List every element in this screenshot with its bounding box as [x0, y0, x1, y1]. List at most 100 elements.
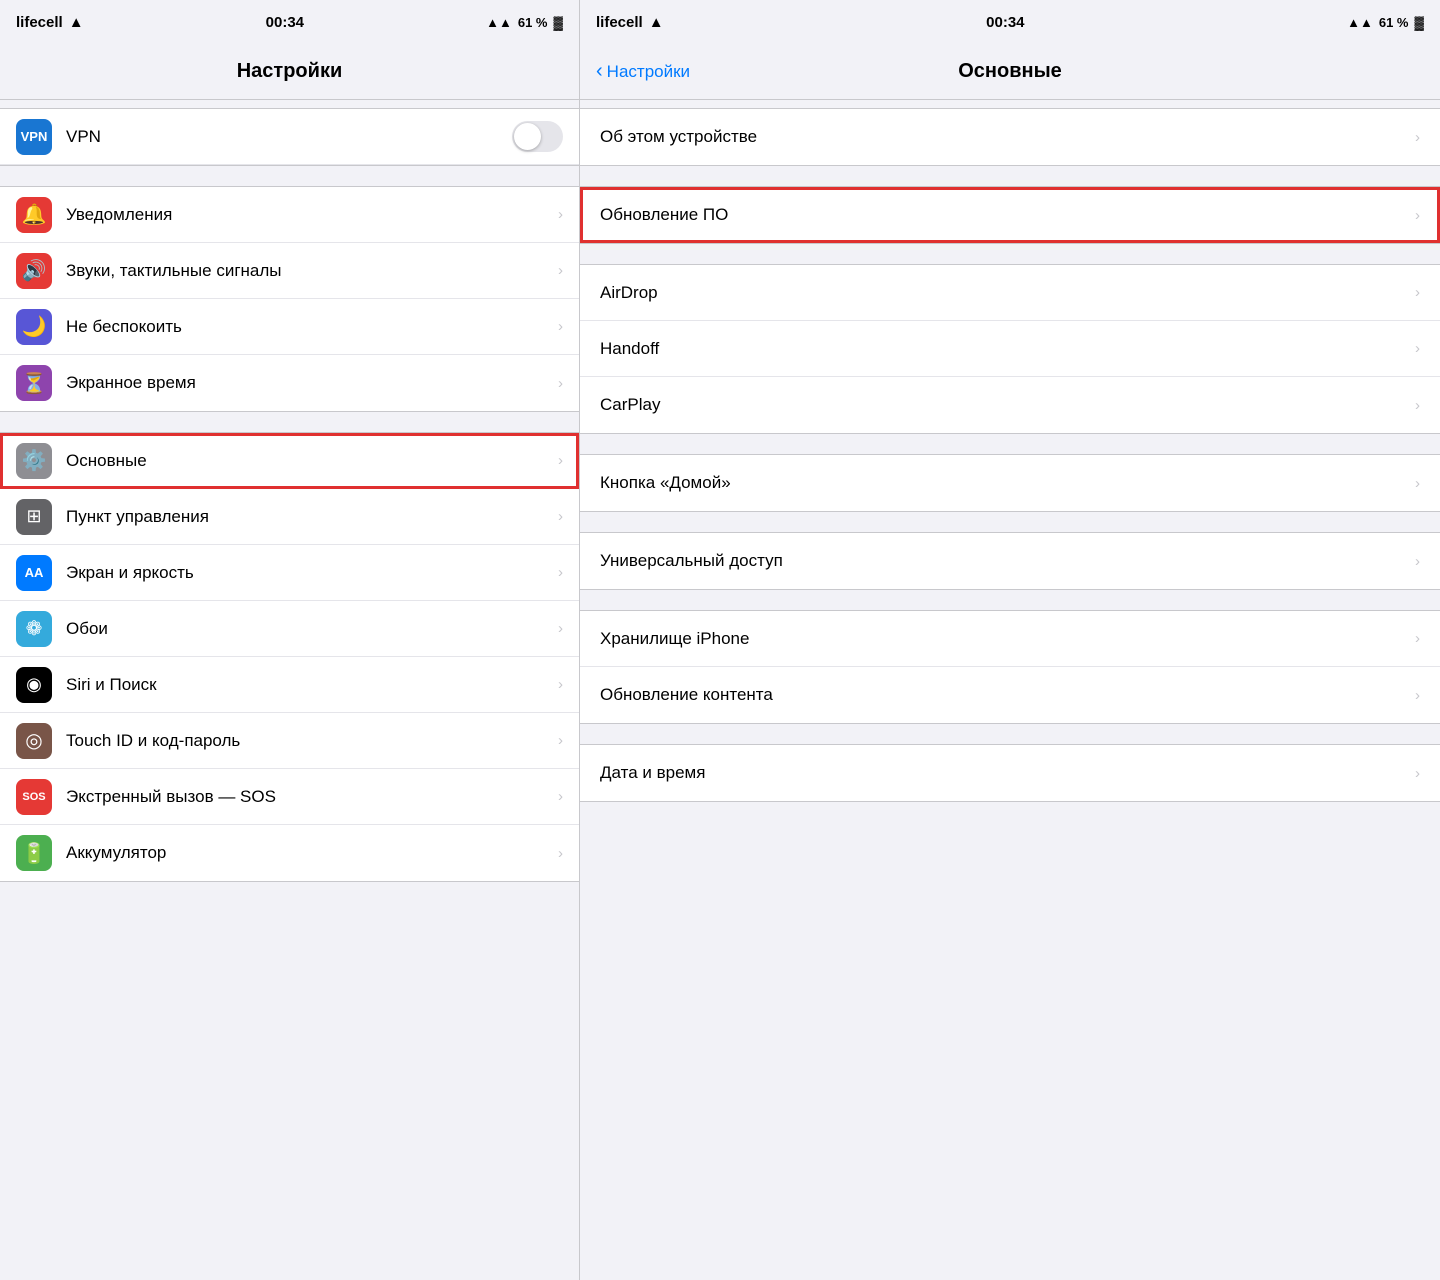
left-battery-icon: ▓: [554, 15, 563, 30]
software-update-chevron: ›: [1415, 207, 1420, 224]
touchid-icon: ◎: [16, 723, 52, 759]
homebutton-row[interactable]: Кнопка «Домой» ›: [580, 455, 1440, 511]
wallpaper-icon: ❁: [16, 611, 52, 647]
sounds-icon: 🔊: [16, 253, 52, 289]
notifications-icon: 🔔: [16, 197, 52, 233]
accessibility-label: Универсальный доступ: [600, 551, 1415, 571]
airdrop-row[interactable]: AirDrop ›: [580, 265, 1440, 321]
controlcenter-row[interactable]: ⊞ Пункт управления ›: [0, 489, 579, 545]
datetime-chevron: ›: [1415, 765, 1420, 782]
sounds-label: Звуки, тактильные сигналы: [66, 261, 558, 281]
notifications-label: Уведомления: [66, 205, 558, 225]
about-chevron: ›: [1415, 129, 1420, 146]
right-section-airdrop: AirDrop › Handoff › CarPlay ›: [580, 264, 1440, 434]
general-row[interactable]: ⚙️ Основные ›: [0, 433, 579, 489]
airdrop-chevron: ›: [1415, 284, 1420, 301]
left-carrier-wifi: lifecell ▲: [16, 14, 84, 31]
about-row[interactable]: Об этом устройстве ›: [580, 109, 1440, 165]
sounds-row[interactable]: 🔊 Звуки, тактильные сигналы ›: [0, 243, 579, 299]
right-section-homebutton: Кнопка «Домой» ›: [580, 454, 1440, 512]
display-label: Экран и яркость: [66, 563, 558, 583]
right-carrier-wifi: lifecell ▲: [596, 14, 664, 31]
controlcenter-icon: ⊞: [16, 499, 52, 535]
display-row[interactable]: AA Экран и яркость ›: [0, 545, 579, 601]
software-update-label: Обновление ПО: [600, 205, 1415, 225]
notifications-row[interactable]: 🔔 Уведомления ›: [0, 187, 579, 243]
left-nav-bar: Настройки: [0, 44, 579, 100]
left-settings-list: VPN VPN 🔔 Уведомления ›: [0, 100, 579, 1280]
content-refresh-row[interactable]: Обновление контента ›: [580, 667, 1440, 723]
left-nav-title: Настройки: [237, 60, 343, 83]
left-vpn-section: VPN VPN: [0, 108, 579, 166]
left-signal-icon: ▲▲: [486, 15, 512, 30]
touchid-label: Touch ID и код-пароль: [66, 731, 558, 751]
general-chevron: ›: [558, 452, 563, 469]
donotdisturb-label: Не беспокоить: [66, 317, 558, 337]
right-section-about: Об этом устройстве ›: [580, 108, 1440, 166]
right-status-bar: lifecell ▲ 00:34 ▲▲ 61 % ▓: [580, 0, 1440, 44]
storage-label: Хранилище iPhone: [600, 629, 1415, 649]
storage-row[interactable]: Хранилище iPhone ›: [580, 611, 1440, 667]
airdrop-label: AirDrop: [600, 283, 1415, 303]
battery-label: Аккумулятор: [66, 843, 558, 863]
left-status-bar: lifecell ▲ 00:34 ▲▲ 61 % ▓: [0, 0, 579, 44]
right-right-status: ▲▲ 61 % ▓: [1347, 15, 1424, 30]
left-section-general: ⚙️ Основные › ⊞ Пункт управления › AA: [0, 432, 579, 882]
battery-chevron: ›: [558, 845, 563, 862]
left-battery: 61 %: [518, 15, 548, 30]
vpn-icon-label: VPN: [21, 129, 48, 144]
siri-icon: ◉: [16, 667, 52, 703]
vpn-toggle[interactable]: [512, 121, 563, 152]
screentime-chevron: ›: [558, 375, 563, 392]
datetime-row[interactable]: Дата и время ›: [580, 745, 1440, 801]
right-nav-back-label: Настройки: [607, 62, 690, 82]
right-nav-title: Основные: [958, 60, 1062, 83]
wallpaper-chevron: ›: [558, 620, 563, 637]
carplay-row[interactable]: CarPlay ›: [580, 377, 1440, 433]
content-refresh-chevron: ›: [1415, 687, 1420, 704]
left-right-status: ▲▲ 61 % ▓: [486, 15, 563, 30]
vpn-toggle-thumb: [514, 123, 541, 150]
vpn-toggle-area: [512, 121, 563, 152]
display-chevron: ›: [558, 564, 563, 581]
right-battery-icon: ▓: [1415, 15, 1424, 30]
software-update-row[interactable]: Обновление ПО ›: [580, 187, 1440, 243]
left-panel: lifecell ▲ 00:34 ▲▲ 61 % ▓ Настройки VPN…: [0, 0, 580, 1280]
battery-icon: 🔋: [16, 835, 52, 871]
storage-chevron: ›: [1415, 630, 1420, 647]
right-nav-back[interactable]: ‹ Настройки: [596, 60, 690, 83]
right-battery: 61 %: [1379, 15, 1409, 30]
donotdisturb-row[interactable]: 🌙 Не беспокоить ›: [0, 299, 579, 355]
right-settings-list: Об этом устройстве › Обновление ПО › Air…: [580, 100, 1440, 1280]
siri-row[interactable]: ◉ Siri и Поиск ›: [0, 657, 579, 713]
vpn-row[interactable]: VPN VPN: [0, 109, 579, 165]
sos-icon: SOS: [16, 779, 52, 815]
left-section-notifications: 🔔 Уведомления › 🔊 Звуки, тактильные сигн…: [0, 186, 579, 412]
screentime-label: Экранное время: [66, 373, 558, 393]
right-wifi-icon: ▲: [649, 14, 664, 31]
left-time: 00:34: [266, 14, 304, 31]
handoff-row[interactable]: Handoff ›: [580, 321, 1440, 377]
sos-label: Экстренный вызов — SOS: [66, 787, 558, 807]
homebutton-chevron: ›: [1415, 475, 1420, 492]
battery-row[interactable]: 🔋 Аккумулятор ›: [0, 825, 579, 881]
handoff-chevron: ›: [1415, 340, 1420, 357]
screentime-icon: ⏳: [16, 365, 52, 401]
right-section-storage: Хранилище iPhone › Обновление контента ›: [580, 610, 1440, 724]
sos-row[interactable]: SOS Экстренный вызов — SOS ›: [0, 769, 579, 825]
wallpaper-row[interactable]: ❁ Обои ›: [0, 601, 579, 657]
handoff-label: Handoff: [600, 339, 1415, 359]
about-label: Об этом устройстве: [600, 127, 1415, 147]
right-carrier: lifecell: [596, 14, 643, 31]
touchid-row[interactable]: ◎ Touch ID и код-пароль ›: [0, 713, 579, 769]
datetime-label: Дата и время: [600, 763, 1415, 783]
donotdisturb-icon: 🌙: [16, 309, 52, 345]
general-label: Основные: [66, 451, 558, 471]
accessibility-row[interactable]: Универсальный доступ ›: [580, 533, 1440, 589]
screentime-row[interactable]: ⏳ Экранное время ›: [0, 355, 579, 411]
homebutton-label: Кнопка «Домой»: [600, 473, 1415, 493]
vpn-icon: VPN: [16, 119, 52, 155]
controlcenter-label: Пункт управления: [66, 507, 558, 527]
right-nav-bar: ‹ Настройки Основные: [580, 44, 1440, 100]
left-carrier: lifecell: [16, 14, 63, 31]
